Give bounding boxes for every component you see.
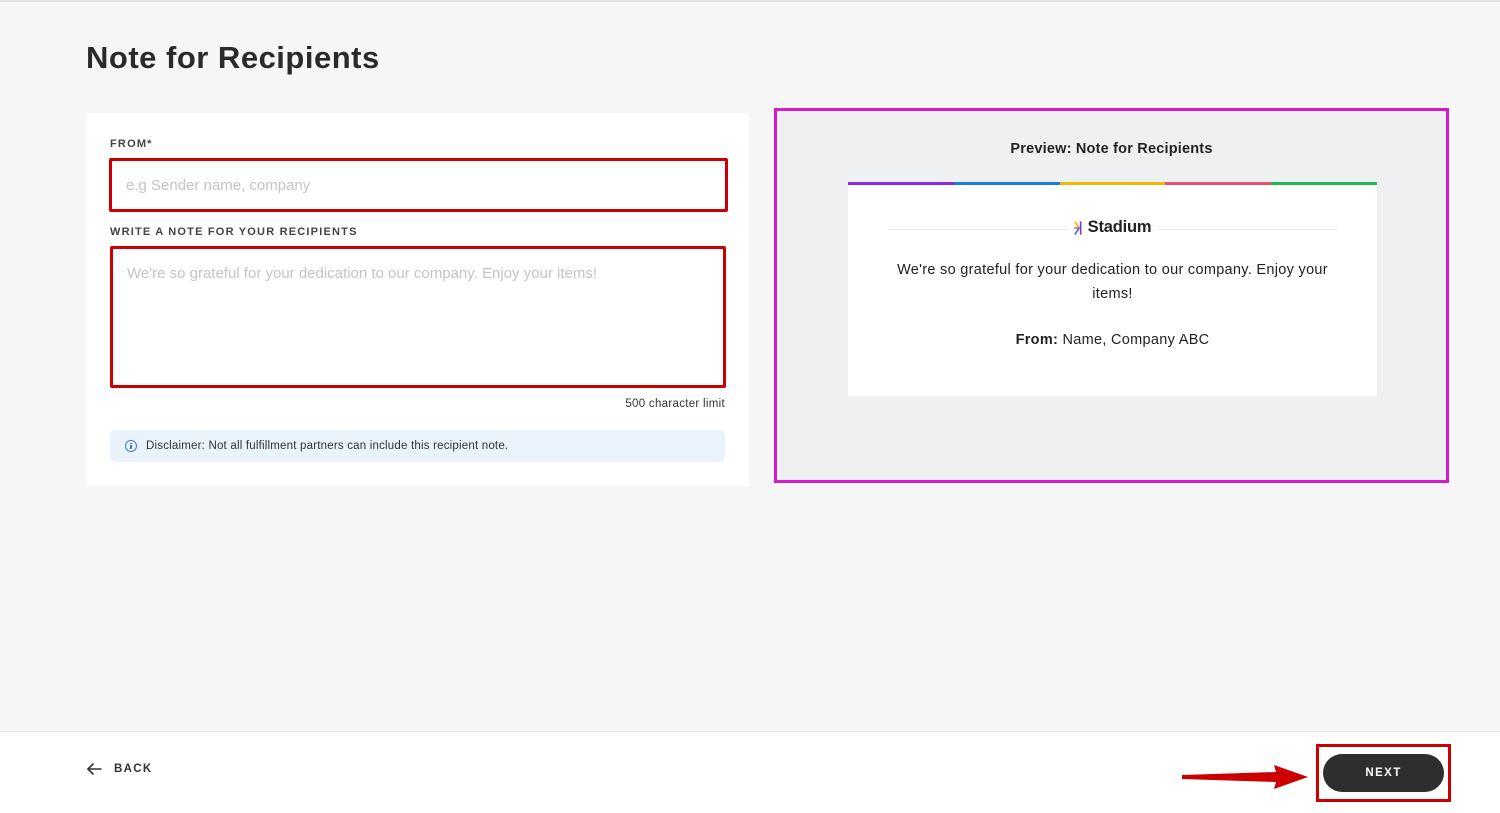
brand-divider-left	[888, 229, 1068, 230]
disclaimer-text: Disclaimer: Not all fulfillment partners…	[146, 440, 509, 452]
preview-note-card: Stadium We're so grateful for your dedic…	[848, 182, 1377, 396]
color-bar-segment-pink	[1165, 182, 1272, 185]
color-bar-segment-green	[1271, 182, 1377, 185]
next-button[interactable]: NEXT	[1323, 754, 1444, 792]
page-title: Note for Recipients	[86, 40, 380, 75]
note-label: WRITE A NOTE FOR YOUR RECIPIENTS	[110, 226, 358, 238]
brand-logo: Stadium	[1069, 218, 1156, 237]
from-input[interactable]	[109, 158, 728, 212]
preview-from-line: From: Name, Company ABC	[848, 332, 1377, 348]
top-edge-divider	[0, 0, 1500, 2]
brand-divider-right	[1157, 229, 1337, 230]
color-bar-segment-purple	[848, 182, 954, 185]
back-label: BACK	[114, 763, 153, 775]
note-form-card: FROM* WRITE A NOTE FOR YOUR RECIPIENTS 5…	[86, 113, 749, 486]
color-bar-segment-blue	[953, 182, 1060, 185]
preview-color-bar	[848, 182, 1377, 185]
stadium-logo-icon	[1073, 220, 1081, 235]
preview-from-value: Name, Company ABC	[1062, 332, 1210, 348]
info-icon	[125, 440, 137, 452]
preview-title: Preview: Note for Recipients	[1010, 141, 1213, 157]
brand-row: Stadium	[888, 218, 1337, 240]
brand-name: Stadium	[1087, 218, 1152, 236]
from-label: FROM*	[110, 138, 153, 150]
color-bar-segment-yellow	[1059, 182, 1166, 185]
preview-message: We're so grateful for your dedication to…	[897, 262, 1328, 302]
character-limit-text: 500 character limit	[625, 398, 725, 410]
pointer-arrow-icon	[1182, 765, 1308, 789]
next-button-highlight: NEXT	[1316, 744, 1451, 802]
note-textarea[interactable]	[110, 246, 726, 388]
preview-panel: Preview: Note for Recipients Stadium We'…	[774, 108, 1449, 483]
back-button[interactable]: BACK	[86, 762, 152, 776]
arrow-left-icon	[87, 763, 102, 775]
preview-from-label: From:	[1015, 332, 1059, 348]
disclaimer-banner: Disclaimer: Not all fulfillment partners…	[110, 430, 725, 462]
